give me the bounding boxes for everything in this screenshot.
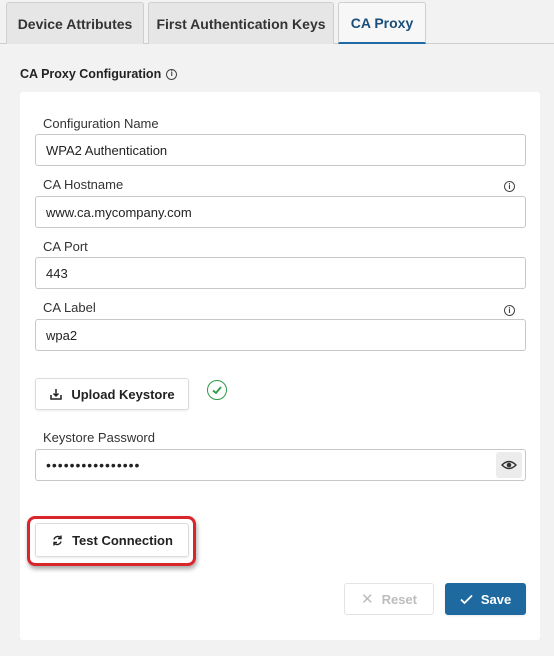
section-title: CA Proxy Configuration i (20, 67, 178, 81)
test-connection-label: Test Connection (72, 532, 173, 548)
ca-port-label: CA Port (43, 239, 88, 254)
ca-port-input[interactable] (35, 257, 526, 289)
upload-keystore-label: Upload Keystore (71, 386, 175, 402)
config-name-label: Configuration Name (43, 116, 159, 131)
ca-hostname-info-icon[interactable]: i (504, 181, 515, 192)
reset-label: Reset (381, 591, 417, 607)
tab-bar: Device Attributes First Authentication K… (0, 0, 554, 44)
keystore-password-input[interactable] (35, 449, 526, 481)
ca-label-info-icon[interactable]: i (504, 305, 515, 316)
eye-icon[interactable] (496, 452, 522, 478)
upload-keystore-button[interactable]: Upload Keystore (35, 378, 189, 410)
ca-hostname-input[interactable] (35, 196, 526, 228)
keystore-password-field (35, 449, 526, 481)
refresh-icon (53, 535, 62, 545)
close-icon: ✕ (361, 591, 374, 608)
upload-icon (50, 389, 63, 400)
ca-hostname-label: CA Hostname (43, 177, 124, 192)
keystore-password-label: Keystore Password (43, 430, 155, 445)
ca-label-input[interactable] (35, 319, 526, 351)
tab-device-attributes[interactable]: Device Attributes (6, 2, 144, 44)
reset-button[interactable]: ✕ Reset (344, 583, 434, 615)
save-button[interactable]: Save (445, 583, 526, 615)
check-circle-icon (207, 380, 227, 400)
test-connection-button[interactable]: Test Connection (35, 523, 189, 557)
tab-first-authentication-keys[interactable]: First Authentication Keys (148, 2, 334, 44)
save-label: Save (480, 591, 512, 607)
ca-label-label: CA Label (43, 300, 96, 315)
tab-ca-proxy[interactable]: CA Proxy (338, 2, 426, 44)
config-name-input[interactable] (35, 134, 526, 166)
check-icon (460, 594, 473, 604)
info-icon[interactable]: i (166, 68, 178, 80)
section-title-text: CA Proxy Configuration (20, 67, 162, 81)
